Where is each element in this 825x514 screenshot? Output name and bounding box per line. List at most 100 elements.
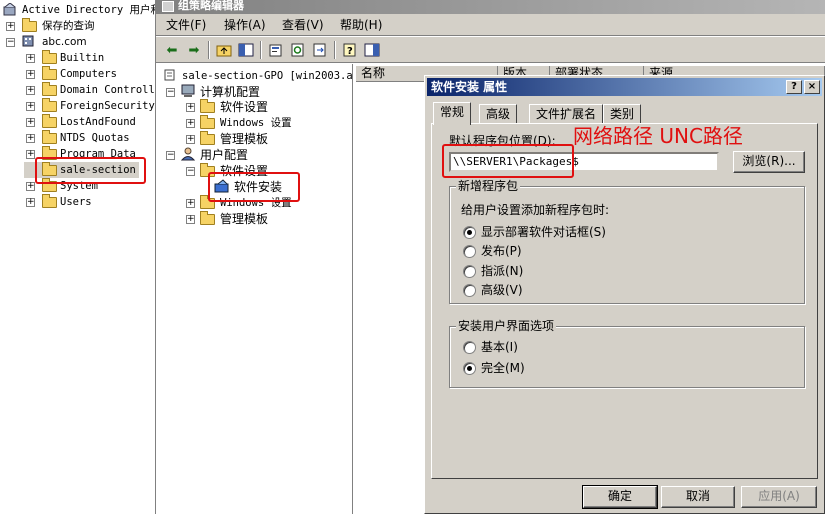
expand-icon[interactable]: +: [26, 150, 35, 159]
collapse-icon[interactable]: −: [6, 38, 15, 47]
expand-icon[interactable]: +: [26, 134, 35, 143]
expand-icon[interactable]: +: [26, 102, 35, 111]
tab-file-extensions[interactable]: 文件扩展名: [529, 104, 604, 124]
tree-label: abc.com: [42, 36, 87, 48]
radio-basic[interactable]: [463, 341, 476, 354]
close-button[interactable]: ×: [804, 80, 820, 94]
cancel-button[interactable]: 取消: [661, 486, 735, 508]
radio-label: 完全(M): [481, 361, 525, 375]
gpe-menubar: 文件(F) 操作(A) 查看(V) 帮助(H): [156, 14, 825, 36]
folder-icon: [42, 194, 58, 208]
computer-icon: [180, 84, 196, 98]
tree-item-domain[interactable]: − abc.com: [4, 34, 154, 50]
expand-icon[interactable]: +: [26, 198, 35, 207]
help-icon[interactable]: ?: [340, 40, 360, 60]
collapse-icon[interactable]: −: [166, 151, 175, 160]
export-list-icon[interactable]: [310, 40, 330, 60]
expand-icon[interactable]: +: [186, 215, 195, 224]
menu-view[interactable]: 查看(V): [282, 17, 324, 33]
back-arrow-icon[interactable]: ⬅: [162, 40, 182, 60]
tree-label: Builtin: [60, 52, 105, 64]
tree-label: ForeignSecurityP: [60, 100, 156, 112]
tab-categories[interactable]: 类别: [603, 104, 642, 124]
group-title: 安装用户界面选项: [456, 319, 557, 333]
expand-icon[interactable]: +: [6, 22, 15, 31]
tree-label: Users: [60, 196, 92, 208]
gpe-title-bar: 组策略编辑器: [156, 0, 825, 14]
tree-item-users[interactable]: + Users: [24, 194, 154, 210]
tree-label: 软件设置: [220, 100, 269, 114]
folder-icon: [42, 50, 58, 64]
tree-item-cc-windows-settings[interactable]: + Windows 设置: [186, 115, 346, 131]
radio-label: 发布(P): [481, 244, 522, 258]
show-hide-console-icon[interactable]: [362, 40, 382, 60]
tree-item-domain-controllers[interactable]: + Domain Controlle: [24, 82, 155, 98]
forward-arrow-icon[interactable]: ➡: [184, 40, 204, 60]
expand-icon[interactable]: +: [26, 86, 35, 95]
browse-button[interactable]: 浏览(R)...: [733, 151, 805, 173]
dialog-title: 软件安装 属性: [431, 80, 508, 94]
tree-item-saved-queries[interactable]: + 保存的查询: [4, 18, 154, 34]
show-tree-icon[interactable]: [236, 40, 256, 60]
group-title: 新增程序包: [456, 179, 521, 193]
ad-tree-pane: Active Directory 用户和 + 保存的查询 − abc.com +…: [0, 0, 156, 514]
radio-assign[interactable]: [463, 265, 476, 278]
refresh-icon[interactable]: [288, 40, 308, 60]
domain-icon: [20, 34, 36, 48]
annotation-unc-note: 网络路径 UNC路径: [573, 124, 743, 148]
gpe-toolbar: ⬅ ➡ ?: [156, 37, 825, 63]
toolbar-separator: [334, 41, 336, 59]
tree-item-builtin[interactable]: + Builtin: [24, 50, 154, 66]
gpe-app-icon: [162, 1, 174, 12]
tree-item-user-config[interactable]: − 用户配置: [166, 147, 346, 163]
expand-icon[interactable]: +: [186, 119, 195, 128]
radio-publish[interactable]: [463, 245, 476, 258]
tree-item-cc-admin-templates[interactable]: + 管理模板: [186, 131, 346, 147]
tree-item-lost-and-found[interactable]: + LostAndFound: [24, 114, 154, 130]
radio-advanced[interactable]: [463, 284, 476, 297]
collapse-icon[interactable]: −: [186, 167, 195, 176]
tree-item-foreign-security[interactable]: + ForeignSecurityP: [24, 98, 156, 114]
tree-label: LostAndFound: [60, 116, 136, 128]
menu-help[interactable]: 帮助(H): [340, 17, 382, 33]
help-button[interactable]: ?: [786, 80, 802, 94]
properties-icon[interactable]: [266, 40, 286, 60]
expand-icon[interactable]: +: [26, 182, 35, 191]
radio-display-deploy-dialog[interactable]: [463, 226, 476, 239]
menu-file[interactable]: 文件(F): [166, 17, 206, 33]
svg-text:?: ?: [347, 46, 353, 57]
tree-label: sale-section-GPO [win2003.ab: [182, 70, 353, 82]
expand-icon[interactable]: +: [26, 54, 35, 63]
expand-icon[interactable]: +: [186, 199, 195, 208]
expand-icon[interactable]: +: [186, 135, 195, 144]
expand-icon[interactable]: +: [186, 103, 195, 112]
ok-button[interactable]: 确定: [582, 485, 658, 509]
up-folder-icon[interactable]: [214, 40, 234, 60]
user-icon: [180, 147, 196, 161]
expand-icon[interactable]: +: [26, 70, 35, 79]
collapse-icon[interactable]: −: [166, 88, 175, 97]
tree-label: 管理模板: [220, 132, 269, 146]
tree-item-uc-admin-templates[interactable]: + 管理模板: [186, 211, 346, 227]
tree-item-ntds-quotas[interactable]: + NTDS Quotas: [24, 130, 154, 146]
folder-icon: [200, 131, 216, 145]
toolbar-separator: [260, 41, 262, 59]
radio-maximum[interactable]: [463, 362, 476, 375]
tab-general[interactable]: 常规: [433, 102, 472, 125]
apply-button[interactable]: 应用(A): [741, 486, 817, 508]
dialog-title-bar: 软件安装 属性 ? ×: [427, 78, 822, 96]
menu-action[interactable]: 操作(A): [224, 17, 266, 33]
tree-label: 保存的查询: [42, 20, 95, 32]
folder-icon: [42, 130, 58, 144]
tree-label: 用户配置: [200, 148, 249, 162]
tree-item-cc-software-settings[interactable]: + 软件设置: [186, 99, 346, 115]
tree-item-computer-config[interactable]: − 计算机配置: [166, 84, 346, 100]
tree-label: 计算机配置: [200, 85, 261, 99]
ou-folder-icon: [42, 82, 58, 96]
radio-label: 基本(I): [481, 340, 518, 354]
expand-icon[interactable]: +: [26, 118, 35, 127]
tree-item-computers[interactable]: + Computers: [24, 66, 154, 82]
tab-advanced[interactable]: 高级: [479, 104, 518, 124]
folder-icon: [42, 66, 58, 80]
tree-label: NTDS Quotas: [60, 132, 130, 144]
